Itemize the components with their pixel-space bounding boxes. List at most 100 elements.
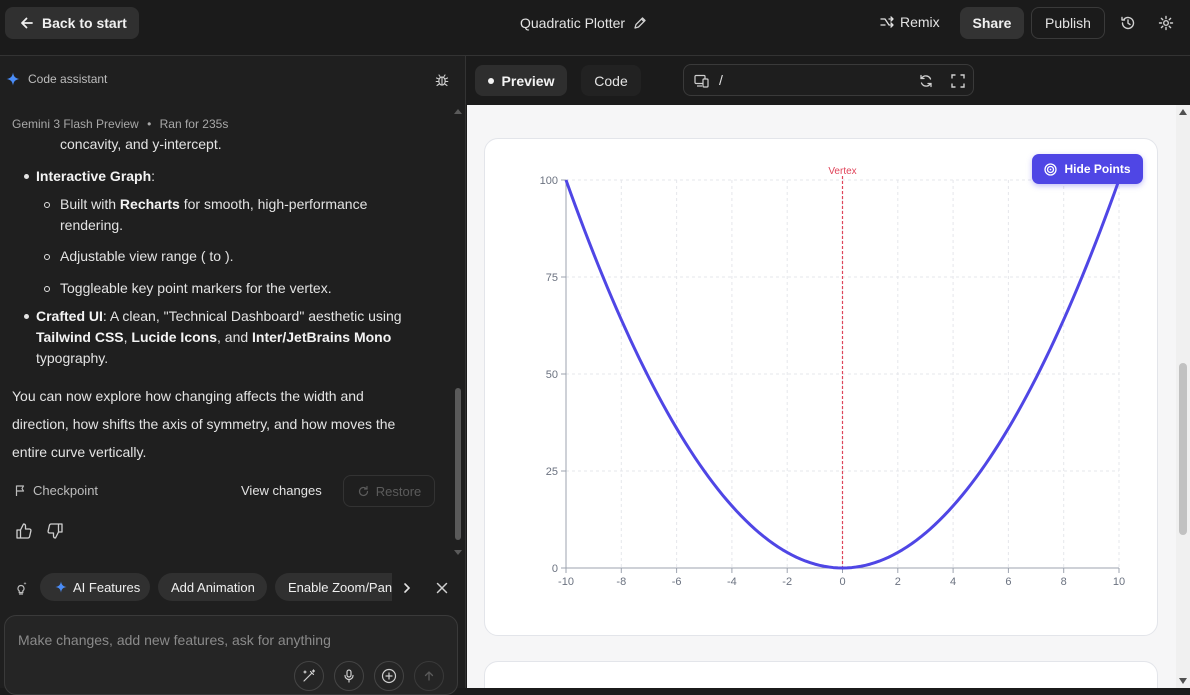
y-tick-label: 25: [546, 466, 558, 478]
message-line: direction, how shifts the axis of symmet…: [12, 416, 396, 432]
preview-scrollbar[interactable]: [1176, 105, 1190, 688]
x-tick-label: -2: [782, 576, 792, 588]
message-line: Built with Recharts for smooth, high-per…: [60, 194, 367, 215]
x-tick-label: 8: [1061, 576, 1067, 588]
magic-wand-icon: [302, 669, 316, 683]
run-meta: Gemini 3 Flash Preview • Ran for 235s: [12, 117, 228, 131]
restore-icon: [357, 485, 370, 498]
restore-button[interactable]: Restore: [343, 475, 435, 507]
chat-scroll-thumb[interactable]: [455, 388, 461, 540]
prompt-placeholder: Make changes, add new features, ask for …: [18, 632, 331, 648]
checkpoint: Checkpoint: [14, 483, 98, 498]
remix-icon: [880, 15, 894, 29]
publish-button[interactable]: Publish: [1031, 7, 1105, 39]
chip-enable-zoom-pan[interactable]: Enable Zoom/Pan: [275, 573, 392, 601]
bold-text: Crafted UI: [36, 308, 103, 324]
message-line: concavity, and y-intercept.: [60, 136, 222, 152]
sparkle-icon: [6, 72, 20, 86]
hide-points-button[interactable]: Hide Points: [1032, 154, 1143, 184]
x-tick-label: -8: [616, 576, 626, 588]
project-title-text: Quadratic Plotter: [520, 15, 626, 31]
message-text: : A clean, "Technical Dashboard" aesthet…: [102, 308, 402, 324]
magic-wand-button[interactable]: [294, 661, 324, 691]
restore-label: Restore: [375, 483, 422, 499]
message-text: Built with: [60, 196, 120, 212]
target-icon: [1044, 162, 1058, 176]
message-line: Tailwind CSS, Lucide Icons, and Inter/Je…: [36, 327, 391, 348]
bug-icon[interactable]: [432, 70, 452, 90]
chip-label: AI Features: [73, 579, 141, 595]
send-button[interactable]: [414, 661, 444, 691]
arrow-left-icon: [19, 15, 35, 31]
fullscreen-icon[interactable]: [948, 71, 968, 91]
bold-text: Recharts: [119, 196, 180, 212]
microphone-button[interactable]: [334, 661, 364, 691]
history-icon[interactable]: [1118, 13, 1138, 33]
tab-preview-label: Preview: [501, 72, 555, 89]
thumbs-up-icon[interactable]: [15, 522, 35, 542]
tab-code[interactable]: Code: [581, 65, 641, 96]
message-text: , and: [217, 329, 253, 345]
preview-panel: Preview Code / -10 -8 -6 -4 -2 0 2 4 6 8 10 0 25 50 75…: [467, 56, 1190, 688]
message-text: :: [151, 168, 156, 184]
remix-button[interactable]: Remix: [880, 14, 940, 30]
refresh-icon[interactable]: [916, 71, 936, 91]
share-button[interactable]: Share: [960, 7, 1024, 39]
project-title[interactable]: Quadratic Plotter: [520, 15, 647, 31]
bullet-dot: [24, 314, 29, 319]
bold-text: Interactive Graph: [36, 168, 152, 184]
y-tick-label: 50: [546, 369, 558, 381]
hide-points-label: Hide Points: [1064, 162, 1131, 176]
sub-bullet: [44, 202, 50, 208]
graph-card: -10 -8 -6 -4 -2 0 2 4 6 8 10 0 25 50 75 100 Vertex Hide …: [484, 138, 1158, 636]
message-line: Crafted UI: A clean, "Technical Dashboar…: [36, 306, 402, 327]
chip-add-animation[interactable]: Add Animation: [158, 573, 267, 601]
x-tick-label: 6: [1005, 576, 1011, 588]
lightbulb-sparkle-icon[interactable]: [11, 578, 31, 598]
x-tick-label: 4: [950, 576, 956, 588]
thumbs-down-icon[interactable]: [46, 522, 66, 542]
back-to-start-label: Back to start: [42, 15, 127, 31]
quadratic-chart: -10 -8 -6 -4 -2 0 2 4 6 8 100255075100Vertex: [540, 166, 1125, 588]
dot-icon: [487, 77, 494, 84]
suggestion-bar: AI Features Add Animation Enable Zoom/Pa…: [0, 572, 466, 606]
x-tick-label: -6: [672, 576, 682, 588]
arrow-up-icon: [423, 670, 435, 682]
app-preview-viewport: -10 -8 -6 -4 -2 0 2 4 6 8 10 0 25 50 75 100 Vertex Hide …: [467, 105, 1190, 688]
settings-gear-icon[interactable]: [1156, 13, 1176, 33]
message-line: You can now explore how changing affects…: [12, 388, 364, 404]
back-to-start-button[interactable]: Back to start: [5, 7, 139, 39]
message-line: typography.: [36, 350, 109, 366]
bold-text: Lucide Icons: [131, 329, 217, 345]
chip-label: Add Animation: [171, 579, 255, 595]
y-tick-label: 75: [546, 272, 558, 284]
x-tick-label: -10: [558, 576, 574, 588]
x-tick-label: 0: [839, 576, 845, 588]
chip-ai-features[interactable]: AI Features: [40, 573, 150, 601]
pencil-icon[interactable]: [633, 16, 647, 30]
view-changes-button[interactable]: View changes: [241, 483, 322, 498]
chevron-right-icon[interactable]: [397, 578, 417, 598]
device-icon[interactable]: [692, 71, 712, 91]
close-icon[interactable]: [432, 578, 452, 598]
remix-label: Remix: [900, 14, 940, 30]
url-path: /: [719, 72, 723, 88]
bold-text: Tailwind CSS: [36, 329, 124, 345]
model-name: Gemini 3 Flash Preview: [12, 117, 139, 131]
add-button[interactable]: [374, 661, 404, 691]
message-line: Adjustable view range ( to ).: [60, 248, 234, 264]
bold-text: Inter/JetBrains Mono: [252, 329, 392, 345]
url-bar[interactable]: /: [683, 64, 974, 96]
tab-preview[interactable]: Preview: [475, 65, 567, 96]
message-line: Toggleable key point markers for the ver…: [60, 280, 332, 296]
x-tick-label: 2: [895, 576, 901, 588]
preview-scroll-thumb[interactable]: [1179, 363, 1187, 535]
run-duration: Ran for 235s: [159, 117, 229, 131]
y-tick-label: 0: [552, 563, 558, 575]
message-line: entire curve vertically.: [12, 444, 147, 460]
y-tick-label: 100: [540, 175, 558, 187]
assistant-title: Code assistant: [28, 72, 108, 86]
prompt-input[interactable]: Make changes, add new features, ask for …: [4, 615, 458, 695]
x-tick-label: -4: [727, 576, 737, 588]
message-text: for smooth, high-performance: [179, 196, 368, 212]
